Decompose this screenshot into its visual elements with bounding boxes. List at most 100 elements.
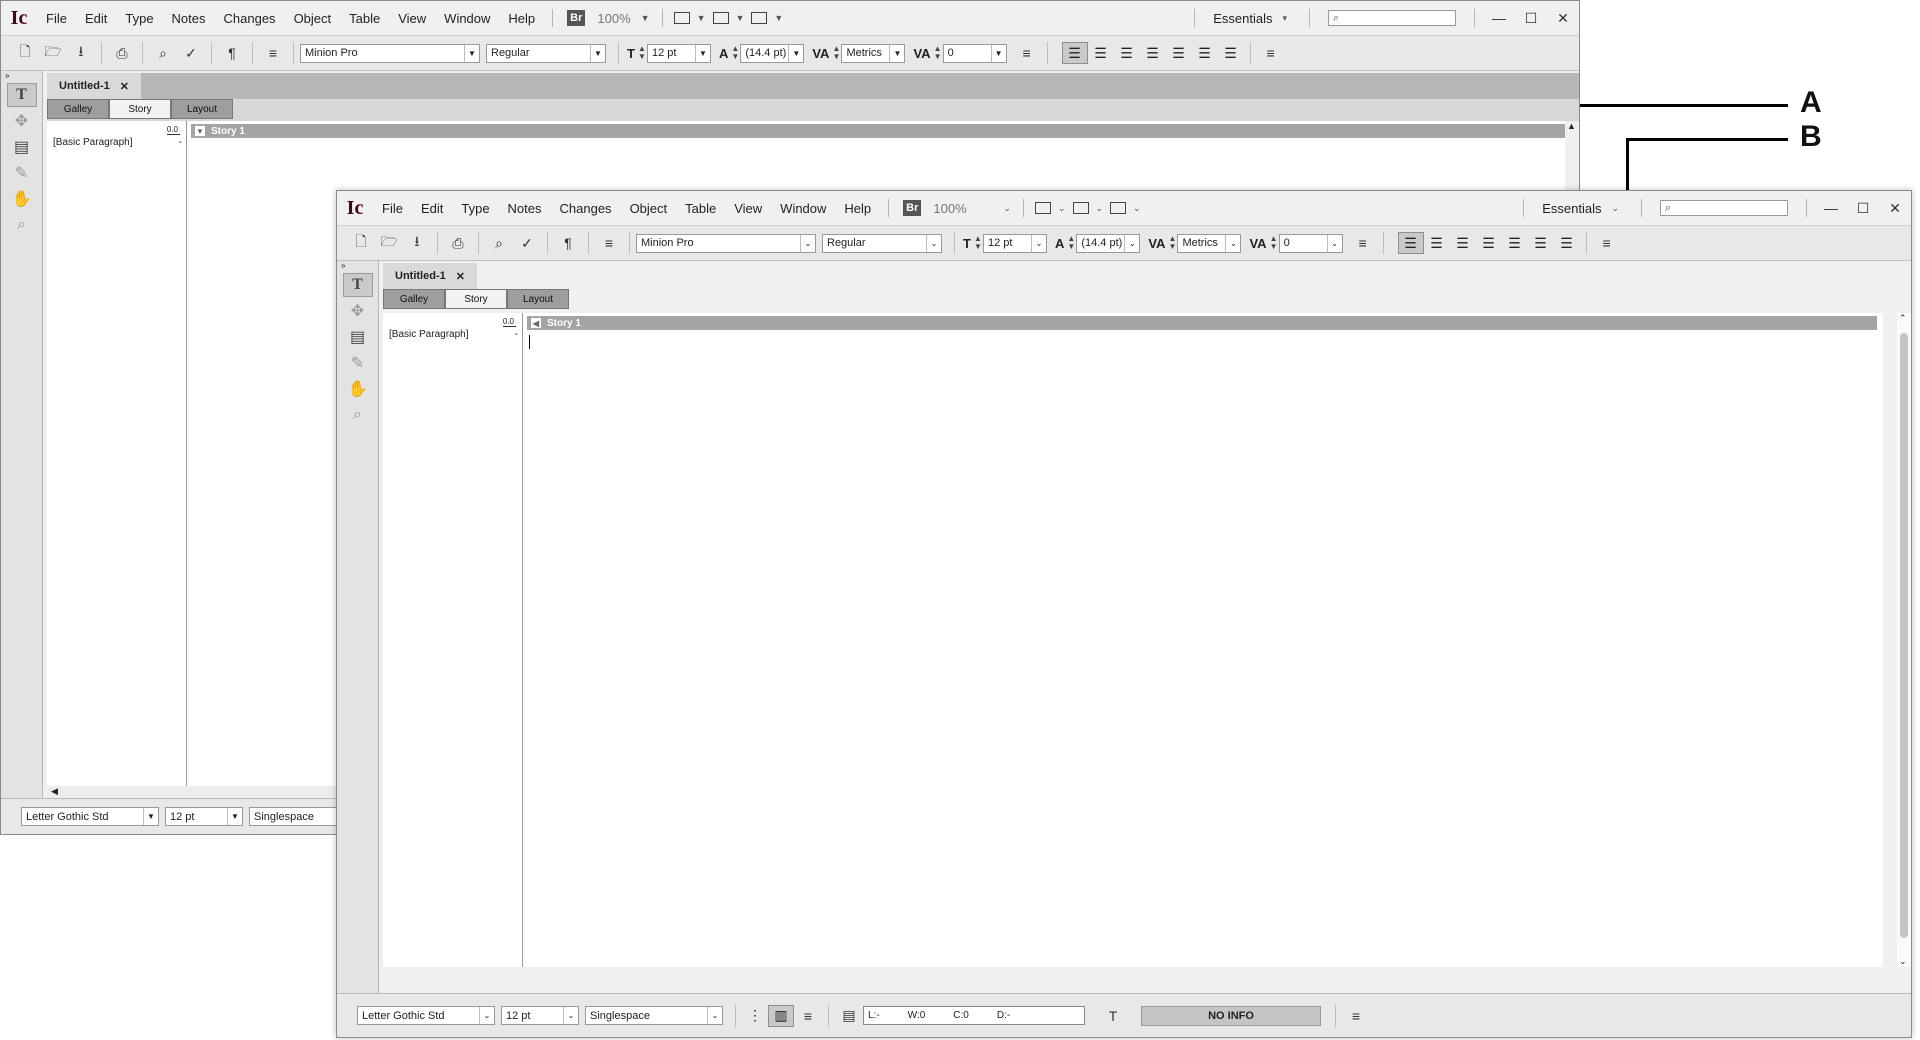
panel-menu-icon[interactable]: ≡ bbox=[595, 231, 623, 255]
search-input[interactable]: ⌕ bbox=[1328, 10, 1456, 26]
view-options-icon[interactable] bbox=[1032, 198, 1054, 218]
tracking-stepper[interactable]: ▲ ▼ bbox=[1269, 235, 1279, 251]
arrange-documents-icon[interactable] bbox=[748, 8, 770, 28]
menu-file[interactable]: File bbox=[373, 201, 412, 216]
menu-table[interactable]: Table bbox=[676, 201, 725, 216]
bridge-button[interactable]: Br bbox=[567, 10, 586, 26]
leading-stepper[interactable]: ▲ ▼ bbox=[1066, 235, 1076, 251]
story-header[interactable]: ▼ Story 1 bbox=[191, 124, 1565, 138]
menu-object[interactable]: Object bbox=[285, 11, 341, 26]
menu-edit[interactable]: Edit bbox=[76, 11, 116, 26]
justify-right-icon[interactable]: ☰ bbox=[1528, 232, 1554, 254]
panel-menu-icon[interactable]: ≡ bbox=[794, 1004, 822, 1028]
font-size-stepper[interactable]: ▲ ▼ bbox=[973, 235, 983, 251]
close-icon[interactable]: ✕ bbox=[1547, 10, 1579, 27]
justify-center-icon[interactable]: ☰ bbox=[1502, 232, 1528, 254]
document-tab[interactable]: Untitled-1 ✕ bbox=[383, 263, 477, 289]
font-family-select[interactable]: Minion Pro ▼ bbox=[300, 43, 480, 63]
menu-edit[interactable]: Edit bbox=[412, 201, 452, 216]
menu-help[interactable]: Help bbox=[499, 11, 544, 26]
tab-layout[interactable]: Layout bbox=[507, 289, 569, 309]
menu-help[interactable]: Help bbox=[835, 201, 880, 216]
close-tab-icon[interactable]: ✕ bbox=[120, 80, 129, 93]
status-spacing-select[interactable]: Singlespace ⌄ bbox=[585, 1006, 723, 1025]
note-tool-icon[interactable]: ▤ bbox=[7, 135, 37, 159]
position-tool-icon[interactable]: ✥ bbox=[343, 299, 373, 323]
hand-tool-icon[interactable]: ✋ bbox=[343, 377, 373, 401]
font-size-stepper[interactable]: ▲ ▼ bbox=[637, 45, 647, 61]
tab-galley[interactable]: Galley bbox=[383, 289, 445, 309]
type-tool-icon[interactable]: T bbox=[6, 83, 37, 107]
workspace-switcher[interactable]: Essentials ⌄ bbox=[1532, 201, 1633, 216]
justify-right-icon[interactable]: ☰ bbox=[1192, 42, 1218, 64]
menu-changes[interactable]: Changes bbox=[551, 201, 621, 216]
hand-tool-icon[interactable]: ✋ bbox=[7, 187, 37, 211]
close-icon[interactable]: ✕ bbox=[1879, 200, 1911, 217]
font-style-select[interactable]: Regular ▼ bbox=[486, 43, 606, 63]
chevron-up-icon[interactable]: ⌃ bbox=[1899, 313, 1907, 324]
column-view-icon[interactable]: ▥ bbox=[768, 1004, 794, 1027]
align-left-icon[interactable]: ☰ bbox=[1061, 42, 1088, 64]
leading-select[interactable]: (14.4 pt) ▼ bbox=[740, 43, 805, 63]
scroll-up-icon[interactable]: ▲ bbox=[1567, 121, 1576, 131]
text-typeface-icon[interactable]: T bbox=[1099, 1004, 1127, 1028]
panel-menu-icon[interactable]: ≡ bbox=[1013, 41, 1041, 65]
font-size-select[interactable]: 12 pt ▼ bbox=[646, 43, 711, 63]
line-numbers-icon[interactable]: ⋮ bbox=[742, 1005, 768, 1027]
eyedropper-tool-icon[interactable]: ✎ bbox=[7, 161, 37, 185]
justify-all-icon[interactable]: ☰ bbox=[1218, 42, 1244, 64]
chevron-down-icon[interactable]: ▼ bbox=[732, 13, 749, 23]
font-size-select[interactable]: 12 pt ⌄ bbox=[982, 233, 1047, 253]
menu-table[interactable]: Table bbox=[340, 11, 389, 26]
collapse-story-icon[interactable]: ▼ bbox=[195, 126, 205, 136]
zoom-tool-icon[interactable]: ⌕ bbox=[7, 213, 37, 237]
print-icon[interactable]: ⎙ bbox=[444, 231, 472, 255]
kerning-select[interactable]: Metrics ▼ bbox=[841, 43, 906, 63]
font-family-select[interactable]: Minion Pro ⌄ bbox=[636, 233, 816, 253]
chevron-down-icon[interactable]: ⌄ bbox=[1054, 203, 1070, 214]
menu-type[interactable]: Type bbox=[452, 201, 498, 216]
justify-center-icon[interactable]: ☰ bbox=[1166, 42, 1192, 64]
panel-menu-icon[interactable]: ≡ bbox=[1349, 231, 1377, 255]
spellcheck-icon[interactable]: ✓ bbox=[177, 41, 205, 65]
new-document-icon[interactable]: 🗋 bbox=[347, 231, 375, 255]
menu-type[interactable]: Type bbox=[116, 11, 162, 26]
document-tab[interactable]: Untitled-1 ✕ bbox=[47, 73, 141, 99]
chevron-down-icon[interactable]: ⌄ bbox=[1129, 203, 1145, 214]
kerning-select[interactable]: Metrics ⌄ bbox=[1177, 233, 1242, 253]
minimize-icon[interactable]: — bbox=[1815, 200, 1847, 217]
eyedropper-tool-icon[interactable]: ✎ bbox=[343, 351, 373, 375]
menu-window[interactable]: Window bbox=[771, 201, 835, 216]
menu-notes[interactable]: Notes bbox=[499, 201, 551, 216]
menu-notes[interactable]: Notes bbox=[163, 11, 215, 26]
justify-left-icon[interactable]: ☰ bbox=[1140, 42, 1166, 64]
scroll-left-icon[interactable]: ◀ bbox=[51, 786, 58, 797]
type-tool-icon[interactable]: T bbox=[342, 273, 373, 297]
justify-left-icon[interactable]: ☰ bbox=[1476, 232, 1502, 254]
justify-all-icon[interactable]: ☰ bbox=[1554, 232, 1580, 254]
collapse-panel-icon[interactable]: » bbox=[1, 71, 42, 81]
panel-menu-icon[interactable]: ≡ bbox=[1342, 1004, 1370, 1028]
status-size-select[interactable]: 12 pt ⌄ bbox=[501, 1006, 579, 1025]
chevron-down-icon[interactable]: ▼ bbox=[693, 13, 710, 23]
find-icon[interactable]: ⌕ bbox=[485, 231, 513, 255]
menu-object[interactable]: Object bbox=[621, 201, 677, 216]
zoom-dropdown-icon[interactable]: ⌄ bbox=[999, 203, 1015, 214]
scroll-thumb[interactable] bbox=[1900, 333, 1908, 938]
view-options-icon[interactable] bbox=[671, 8, 693, 28]
zoom-tool-icon[interactable]: ⌕ bbox=[343, 403, 373, 427]
arrange-documents-icon[interactable] bbox=[1107, 198, 1129, 218]
spellcheck-icon[interactable]: ✓ bbox=[513, 231, 541, 255]
chevron-down-icon[interactable]: ⌄ bbox=[1092, 203, 1108, 214]
tracking-select[interactable]: 0 ▼ bbox=[942, 43, 1007, 63]
align-left-icon[interactable]: ☰ bbox=[1397, 232, 1424, 254]
pilcrow-icon[interactable]: ¶ bbox=[218, 41, 246, 65]
maximize-icon[interactable]: ☐ bbox=[1847, 200, 1879, 217]
kerning-stepper[interactable]: ▲ ▼ bbox=[831, 45, 841, 61]
workspace-switcher[interactable]: Essentials ▾ bbox=[1203, 11, 1301, 26]
kerning-stepper[interactable]: ▲ ▼ bbox=[1167, 235, 1177, 251]
tab-story[interactable]: Story bbox=[445, 289, 507, 309]
vertical-scrollbar[interactable]: ⌃ ⌄ bbox=[1897, 313, 1911, 967]
save-icon[interactable]: ⭳ bbox=[67, 41, 95, 65]
tab-galley[interactable]: Galley bbox=[47, 99, 109, 119]
